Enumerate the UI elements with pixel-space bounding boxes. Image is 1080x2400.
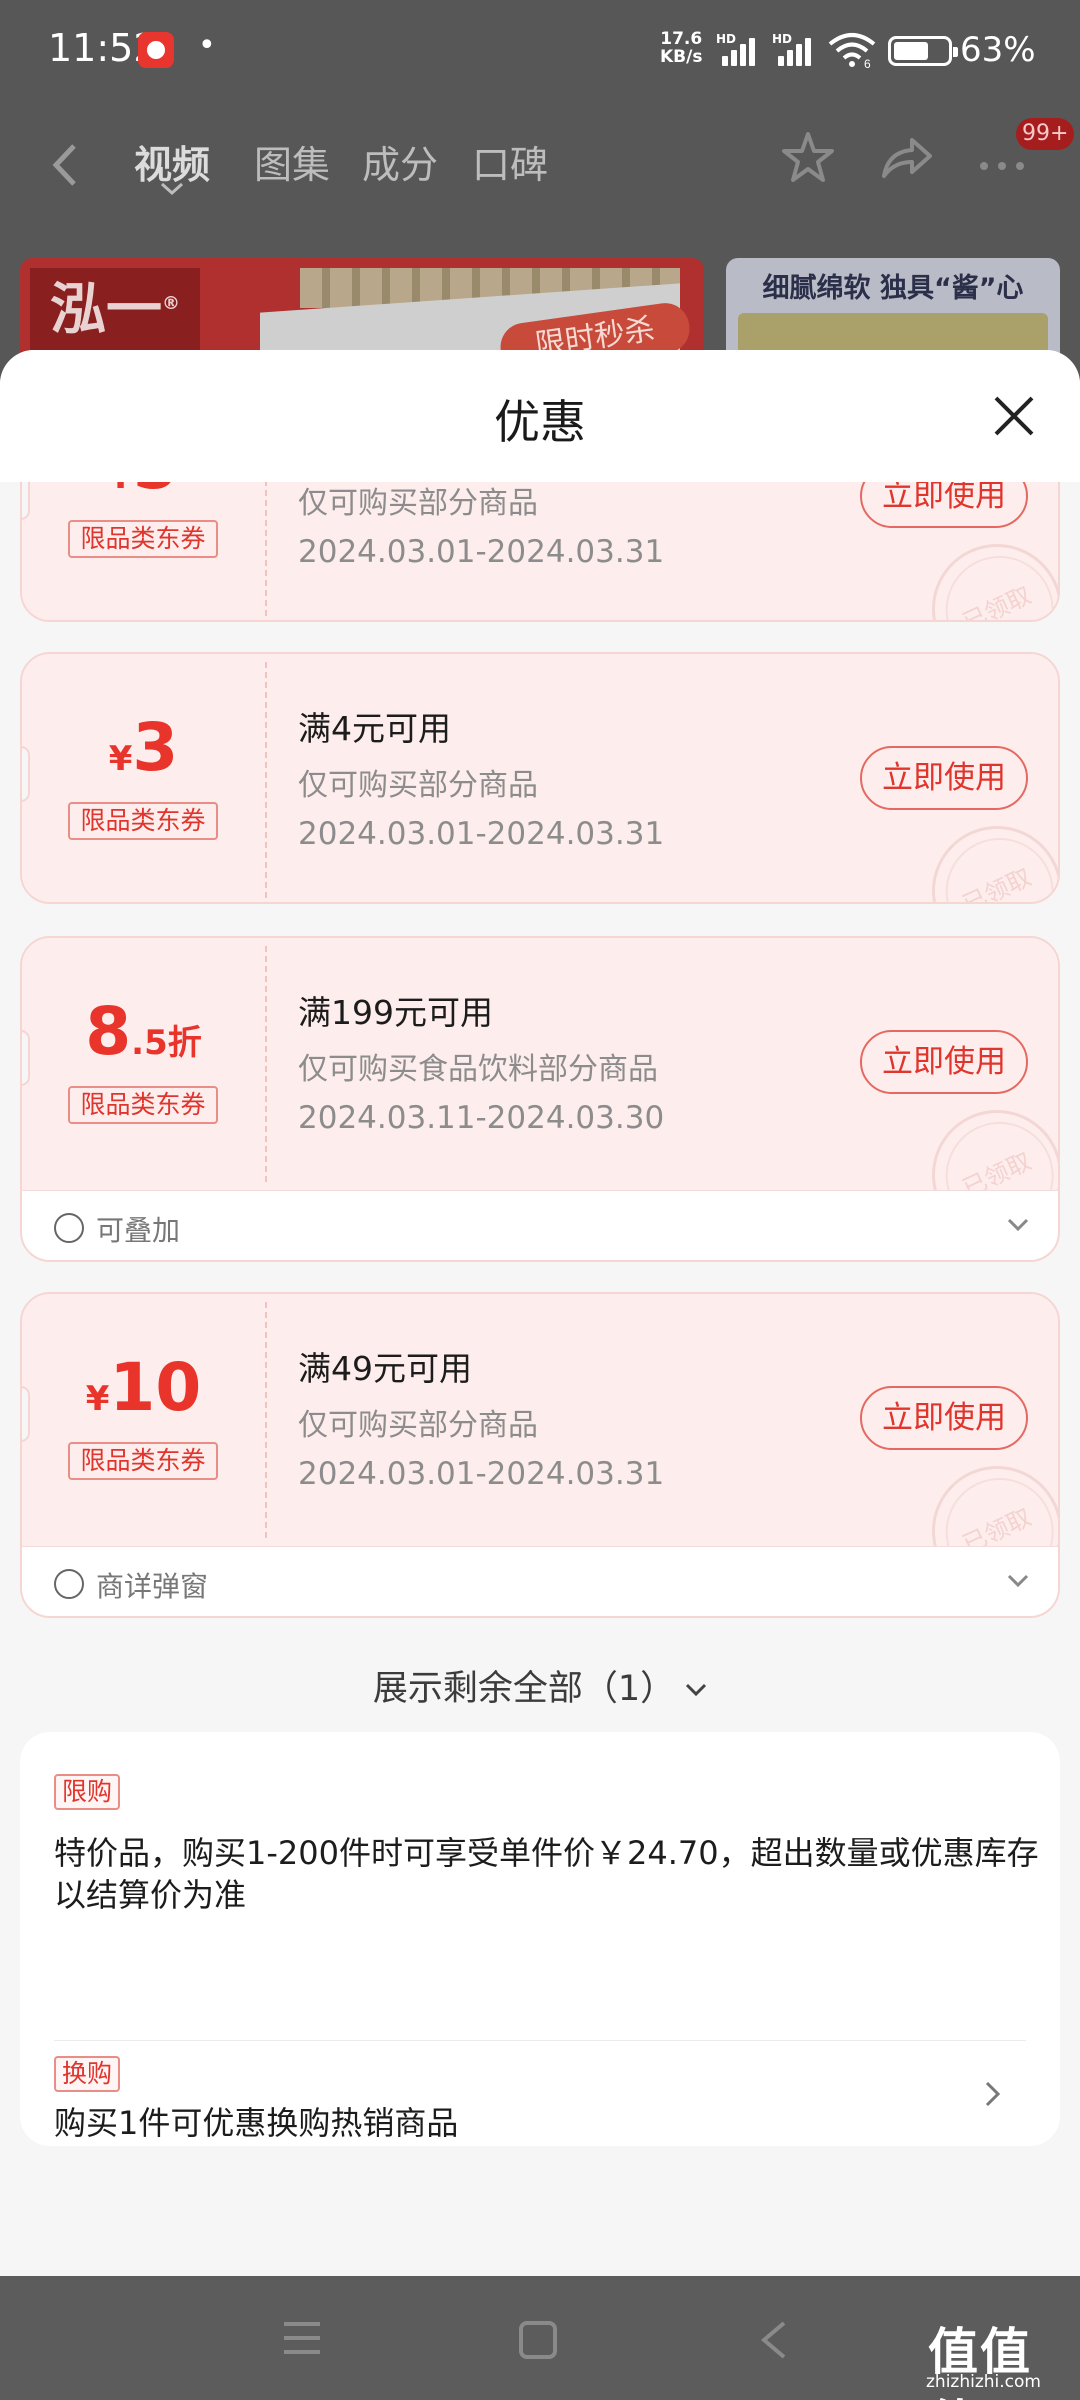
screen: { "status_bar": { "time": "11:52", "dot"… (0, 0, 1080, 2400)
product-top-nav: 视频 图集 成分 口碑 (0, 120, 1080, 210)
menu-icon[interactable] (282, 2320, 322, 2356)
coupon-sheet: 优惠 ¥5 限品类东券 仅可购买部分商品 2024.03.01-2024.03.… (0, 350, 1080, 2276)
coupon-unit: .5折 (131, 1023, 202, 1063)
promotion-info-card: 限购 特价品，购买1-200件时可享受单件价￥24.70，超出数量或优惠库存 以… (20, 1732, 1060, 2146)
coupon-date: 2024.03.01-2024.03.31 (298, 534, 665, 570)
sheet-header: 优惠 (0, 350, 1080, 482)
coupon-amount: 8.5折 (22, 993, 265, 1070)
coupon-divider (265, 946, 267, 1182)
coupon-date: 2024.03.01-2024.03.31 (298, 816, 665, 852)
tab-reviews[interactable]: 口碑 (472, 134, 548, 189)
coupon-scope: 仅可购买部分商品 (298, 768, 538, 803)
tab-gallery[interactable]: 图集 (254, 134, 330, 189)
show-all-button[interactable]: 展示剩余全部（1） (0, 1660, 1080, 1711)
back-icon[interactable] (756, 2320, 790, 2360)
currency-symbol: ¥ (109, 482, 133, 497)
coupon-card: ¥5 限品类东券 仅可购买部分商品 2024.03.01-2024.03.31 … (20, 482, 1060, 622)
signal-icon: HD (716, 32, 766, 66)
chevron-down-icon[interactable] (1006, 1573, 1030, 1589)
coupon-footer-text: 商详弹窗 (96, 1570, 209, 1603)
use-now-button[interactable]: 立即使用 (860, 1030, 1028, 1094)
coupon-value: 10 (109, 1349, 202, 1426)
favorite-star-icon[interactable] (780, 130, 836, 186)
coupon-footer-text: 可叠加 (96, 1214, 181, 1247)
close-icon[interactable] (990, 392, 1038, 440)
hd-label-2: HD (772, 32, 793, 46)
coupon-value: 5 (132, 482, 178, 504)
coupon-date: 2024.03.01-2024.03.31 (298, 1456, 665, 1492)
status-bar: 11:52 • 17.6 KB/s HD HD 6 63% (0, 0, 1080, 100)
battery-icon (888, 36, 958, 66)
network-speed-value: 17.6 (660, 29, 703, 49)
chevron-down-icon[interactable] (1006, 1217, 1030, 1233)
coupon-amount: ¥3 (22, 709, 265, 786)
use-now-button[interactable]: 立即使用 (860, 1386, 1028, 1450)
coupon-scope: 仅可购买部分商品 (298, 1408, 538, 1443)
brand-registered-mark: ® (162, 293, 180, 314)
coupon-card: 8.5折 限品类东券 满199元可用 仅可购买食品饮料部分商品 2024.03.… (20, 936, 1060, 1262)
coupon-value: 8 (85, 993, 132, 1070)
coupon-value: 3 (132, 709, 179, 786)
coupon-type-tag: 限品类东券 (68, 1086, 218, 1124)
coupon-card: ¥3 限品类东券 满4元可用 仅可购买部分商品 2024.03.01-2024.… (20, 652, 1060, 904)
chevron-right-icon (985, 2081, 1001, 2107)
tab-indicator-icon (160, 182, 184, 196)
coupon-footer[interactable]: 可叠加 (22, 1190, 1058, 1260)
watermark-url: zhizhizhi.com (926, 2372, 1041, 2392)
system-nav-bar (0, 2276, 1080, 2400)
app-notification-icon (138, 32, 174, 68)
coupon-scope: 仅可购买食品饮料部分商品 (298, 1052, 658, 1087)
coupon-divider (265, 662, 267, 898)
network-speed-unit: KB/s (660, 47, 703, 67)
share-icon[interactable] (878, 130, 934, 186)
home-icon[interactable] (518, 2320, 558, 2360)
coupon-type-tag: 限品类东券 (68, 1442, 218, 1480)
use-now-button[interactable]: 立即使用 (860, 746, 1028, 810)
back-arrow-icon[interactable] (46, 140, 86, 190)
coupon-condition: 满49元可用 (298, 1349, 472, 1388)
brand-logo-text: 泓一 (50, 277, 162, 343)
limit-purchase-text-line1: 特价品，购买1-200件时可享受单件价￥24.70，超出数量或优惠库存 (54, 1834, 1039, 1872)
banner-slogan: 细腻绵软 独具“酱”心 (762, 273, 1024, 304)
coupon-amount: ¥10 (22, 1349, 265, 1426)
coupon-card: ¥10 限品类东券 满49元可用 仅可购买部分商品 2024.03.01-202… (20, 1292, 1060, 1618)
message-count-badge: 99+ (1016, 118, 1075, 150)
coupon-condition: 满199元可用 (298, 993, 493, 1032)
exchange-purchase-text: 购买1件可优惠换购热销商品 (54, 2104, 459, 2142)
coupon-scope: 仅可购买部分商品 (298, 486, 538, 521)
coupon-date: 2024.03.11-2024.03.30 (298, 1100, 665, 1136)
coupon-type-tag: 限品类东券 (68, 802, 218, 840)
show-all-label: 展示剩余全部（1） (372, 1669, 676, 1709)
coupon-divider (265, 482, 267, 616)
coupon-list[interactable]: ¥5 限品类东券 仅可购买部分商品 2024.03.01-2024.03.31 … (0, 482, 1080, 2276)
exchange-row[interactable]: 换购 购买1件可优惠换购热销商品 (20, 2040, 1060, 2146)
limit-purchase-text-line2: 以结算价为准 (54, 1876, 247, 1914)
battery-percent: 63% (960, 30, 1036, 70)
tab-ingredients[interactable]: 成分 (362, 134, 438, 189)
tab-video[interactable]: 视频 (134, 134, 210, 189)
coupon-condition: 满4元可用 (298, 709, 451, 748)
currency-symbol: ¥ (108, 739, 133, 779)
notification-dot: • (198, 28, 216, 63)
signal-icon-2: HD (772, 32, 822, 66)
currency-symbol: ¥ (85, 1379, 110, 1419)
popup-icon (54, 1569, 84, 1599)
coupon-type-tag: 限品类东券 (68, 520, 218, 558)
hd-label: HD (716, 32, 737, 46)
sheet-title: 优惠 (494, 395, 586, 449)
chevron-down-icon (686, 1683, 707, 1697)
use-now-button[interactable]: 立即使用 (860, 482, 1028, 528)
coupon-amount: ¥5 (22, 482, 265, 504)
wifi-number: 6 (864, 57, 871, 68)
coupon-footer[interactable]: 商详弹窗 (22, 1546, 1058, 1616)
coupon-divider (265, 1302, 267, 1538)
network-speed: 17.6 KB/s (660, 30, 702, 66)
limit-purchase-tag: 限购 (54, 1774, 121, 1810)
stackable-icon (54, 1213, 84, 1243)
wifi-icon: 6 (828, 33, 876, 68)
exchange-purchase-tag: 换购 (54, 2056, 121, 2092)
